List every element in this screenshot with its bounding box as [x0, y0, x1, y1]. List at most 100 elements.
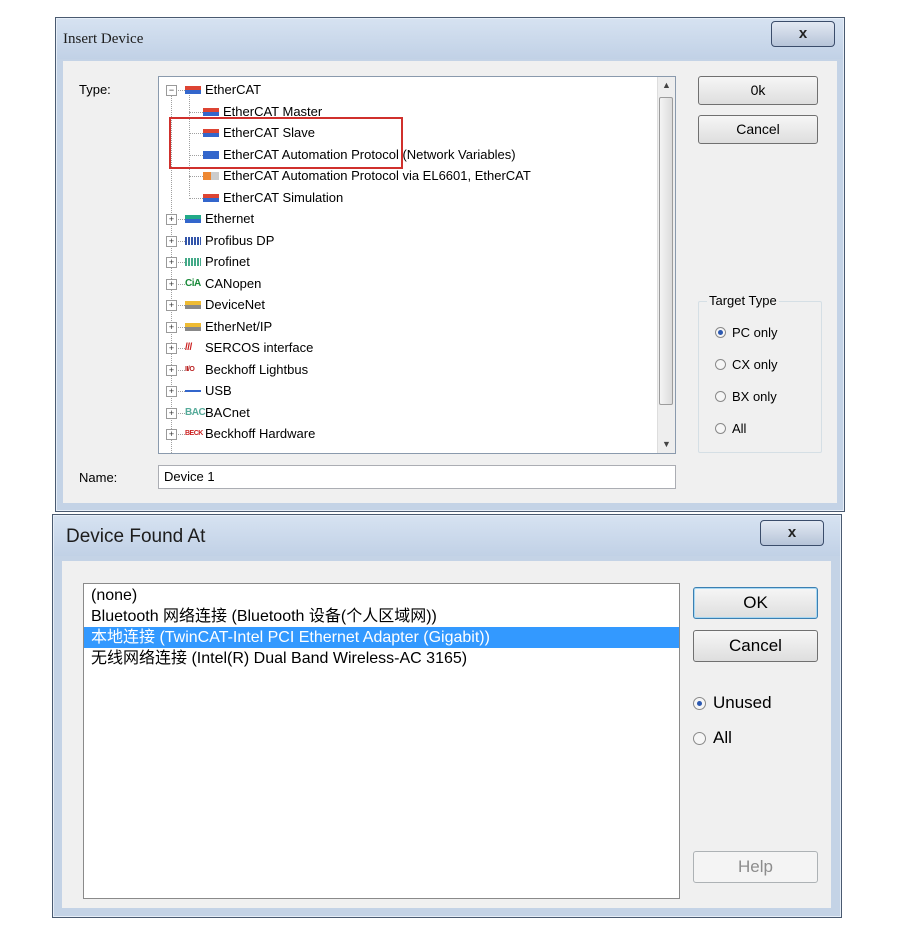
tree-item-label: EtherNet/IP: [205, 318, 273, 334]
ethercat-master-icon: [203, 107, 219, 116]
tree-item-label: DeviceNet: [205, 297, 265, 312]
radio-icon: [715, 359, 726, 370]
el6601-icon: [203, 172, 219, 180]
radio-label: All: [713, 728, 732, 747]
tree-item-canopen[interactable]: + CiA CANopen: [159, 274, 654, 294]
tree-item-sercos-interface[interactable]: + /// SERCOS interface: [159, 338, 654, 358]
cancel-button[interactable]: Cancel: [693, 630, 818, 662]
radio-cx-only[interactable]: CX only: [715, 356, 778, 374]
radio-unused[interactable]: Unused: [693, 692, 772, 714]
tree-item-ethernet-ip[interactable]: + EtherNet/IP: [159, 317, 654, 337]
tree-item-label: Beckhoff Lightbus: [205, 361, 309, 377]
tree-item-beckhoff-hardware[interactable]: + BECK Beckhoff Hardware: [159, 424, 654, 444]
name-label: Name:: [79, 470, 118, 485]
radio-selected-icon: [715, 327, 726, 338]
device-found-title: Device Found At: [66, 526, 206, 547]
tree-item-label: Profinet: [205, 254, 250, 269]
ethernet-icon: [185, 215, 201, 223]
radio-all[interactable]: All: [715, 420, 746, 438]
lightbus-icon: II/O: [185, 365, 195, 373]
tree-item-bacnet[interactable]: + BAC BACnet: [159, 403, 654, 423]
close-button[interactable]: x: [760, 520, 824, 546]
device-found-dialog: Device Found At x (none) Bluetooth 网络连接 …: [52, 514, 842, 918]
name-input[interactable]: Device 1: [158, 465, 676, 489]
expand-icon[interactable]: +: [166, 343, 177, 354]
insert-device-dialog: Insert Device x Type: − EtherCAT EtherCAT …: [55, 17, 845, 512]
tree-item-ethercat-simulation[interactable]: EtherCAT Simulation: [159, 188, 654, 208]
profibus-icon: [185, 236, 201, 245]
cancel-button[interactable]: Cancel: [698, 115, 818, 144]
tree-item-beckhoff-lightbus[interactable]: + II/O Beckhoff Lightbus: [159, 360, 654, 380]
insert-device-title: Insert Device: [63, 31, 144, 47]
expand-icon[interactable]: +: [166, 235, 177, 247]
devicenet-icon: [185, 301, 201, 309]
radio-label: PC only: [732, 325, 778, 340]
tree-item-ethercat-automation-protocol-via-el6601-ethercat[interactable]: EtherCAT Automation Protocol via EL6601,…: [159, 166, 654, 186]
radio-icon: [715, 391, 726, 402]
tree-item-devicenet[interactable]: + DeviceNet: [159, 295, 654, 315]
ethercat-master-highlight: [169, 117, 403, 169]
ethercat-icon: [185, 86, 201, 94]
close-button[interactable]: x: [771, 21, 835, 47]
profinet-icon: [185, 258, 201, 266]
insert-device-titlebar[interactable]: Insert Device x: [57, 19, 843, 59]
tree-item-ethercat[interactable]: − EtherCAT: [159, 80, 654, 100]
sercos-icon: ///: [185, 342, 192, 353]
tree-item-ethernet[interactable]: + Ethernet: [159, 209, 654, 229]
list-item-selected[interactable]: 本地连接 (TwinCAT-Intel PCI Ethernet Adapter…: [84, 627, 679, 648]
tree-item-label: SERCOS interface: [205, 340, 314, 355]
target-type-group: Target Type PC only CX only BX only All: [698, 293, 822, 453]
tree-item-label: Ethernet: [205, 211, 255, 226]
tree-item-label: Beckhoff Hardware: [205, 426, 316, 441]
beckhoff-icon: BECK: [185, 430, 203, 437]
radio-label: CX only: [732, 357, 778, 372]
tree-item-label: Profibus DP: [205, 232, 275, 248]
expand-icon[interactable]: +: [166, 257, 177, 268]
tree-item-label: BACnet: [205, 404, 250, 420]
expand-icon[interactable]: +: [166, 364, 177, 376]
list-item[interactable]: Bluetooth 网络连接 (Bluetooth 设备(个人区域网)): [84, 606, 679, 627]
expand-icon[interactable]: +: [166, 214, 177, 225]
tree-item-label: EtherCAT Automation Protocol via EL6601,…: [223, 168, 531, 183]
tree-scrollbar[interactable]: ▲ ▼: [657, 77, 675, 453]
insert-device-body: Type: − EtherCAT EtherCAT Master EtherCAT S…: [63, 61, 837, 503]
radio-pc-only[interactable]: PC only: [715, 324, 778, 342]
tree-item-label: EtherCAT: [205, 82, 262, 97]
device-found-body: (none) Bluetooth 网络连接 (Bluetooth 设备(个人区域…: [62, 561, 831, 908]
close-icon: x: [787, 524, 797, 541]
radio-label: Unused: [713, 693, 772, 712]
list-item[interactable]: 无线网络连接 (Intel(R) Dual Band Wireless-AC 3…: [84, 648, 679, 669]
radio-icon: [715, 423, 726, 434]
bacnet-icon: BAC: [185, 406, 206, 418]
scroll-thumb[interactable]: [659, 97, 673, 405]
tree-item-profibus-dp[interactable]: + Profibus DP: [159, 231, 654, 251]
radio-selected-icon: [693, 697, 706, 710]
device-found-titlebar[interactable]: Device Found At x: [54, 516, 840, 556]
collapse-icon[interactable]: −: [166, 85, 177, 96]
ethernet-ip-icon: [185, 322, 201, 331]
ethercat-sim-icon: [203, 193, 219, 202]
expand-icon[interactable]: +: [166, 278, 177, 290]
close-icon: x: [798, 25, 808, 42]
ok-button[interactable]: 0k: [698, 76, 818, 105]
radio-label: All: [732, 421, 747, 436]
radio-bx-only[interactable]: BX only: [715, 388, 777, 406]
scroll-down-icon[interactable]: ▼: [658, 436, 675, 453]
canopen-icon: CiA: [185, 277, 201, 289]
radio-all[interactable]: All: [693, 727, 732, 749]
list-item[interactable]: (none): [84, 585, 679, 606]
tree-item-profinet[interactable]: + Profinet: [159, 252, 654, 272]
adapter-list[interactable]: (none) Bluetooth 网络连接 (Bluetooth 设备(个人区域…: [83, 583, 680, 899]
expand-icon[interactable]: +: [166, 429, 177, 440]
type-label: Type:: [79, 82, 111, 97]
ok-button[interactable]: OK: [693, 587, 818, 619]
scroll-up-icon[interactable]: ▲: [658, 77, 675, 94]
help-button[interactable]: Help: [693, 851, 818, 883]
tree-item-usb[interactable]: + USB: [159, 381, 654, 401]
radio-label: BX only: [732, 389, 777, 404]
expand-icon[interactable]: +: [166, 386, 177, 397]
expand-icon[interactable]: +: [166, 300, 177, 311]
expand-icon[interactable]: +: [166, 407, 177, 419]
expand-icon[interactable]: +: [166, 321, 177, 333]
tree-item-label: CANopen: [205, 275, 262, 291]
